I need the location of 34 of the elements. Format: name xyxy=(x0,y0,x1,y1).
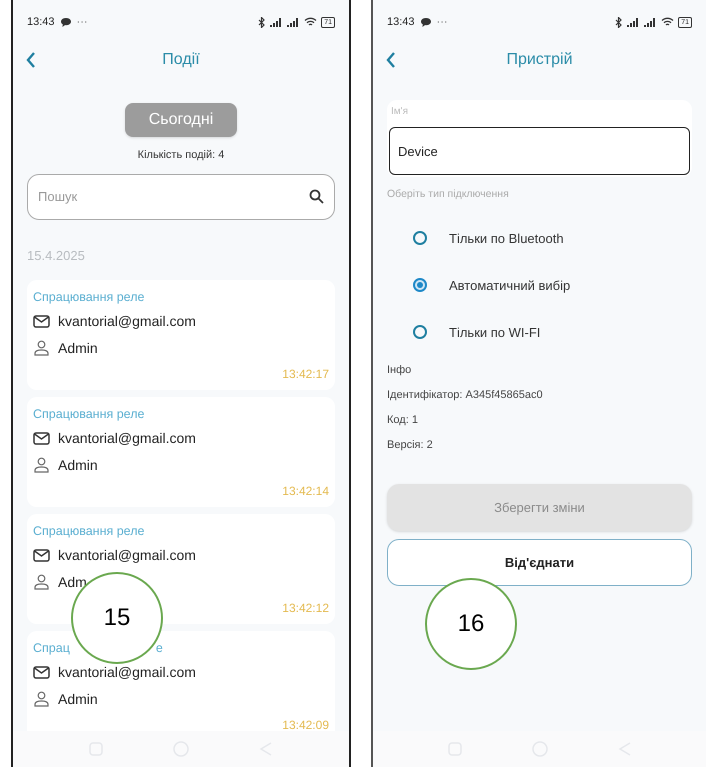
connection-type-label: Оберіть тип підключення xyxy=(387,187,510,202)
option-label: Автоматичний вибір xyxy=(449,276,570,295)
event-user: Admin xyxy=(58,690,98,709)
info-text: Ідентифікатор: A345f45865ac0 xyxy=(387,388,544,403)
screen-title: Події xyxy=(162,50,200,70)
event-email: kvantorial@gmail.com xyxy=(58,312,196,331)
status-more: ··· xyxy=(436,14,448,30)
event-email: kvantorial@gmail.com xyxy=(58,662,196,682)
info-text: Інфо xyxy=(387,362,412,378)
event-time: 13:42:14 xyxy=(282,482,329,500)
event-time: 13:42:17 xyxy=(282,366,329,383)
event-title: Спрацювання реле xyxy=(33,289,144,306)
info-text: Код: 1 xyxy=(387,412,419,428)
status-more: ··· xyxy=(76,14,88,30)
event-user: Admin xyxy=(58,456,98,475)
event-title: Спрацювання реле xyxy=(33,523,144,540)
event-title: Спрац xyxy=(33,640,70,657)
event-count: Кількість подій: 4 xyxy=(138,148,224,163)
callout-tooltip: 16 xyxy=(425,578,517,670)
name-label: Ім'я xyxy=(390,105,409,119)
option-label: Тільки по WI-FI xyxy=(449,324,540,342)
status-time: 13:43 xyxy=(27,14,55,30)
option-label: Тільки по Bluetooth xyxy=(449,230,564,248)
status-time: 13:43 xyxy=(387,14,415,30)
event-title-fragment: е xyxy=(156,640,163,657)
info-text: Версія: 2 xyxy=(387,438,434,453)
screen-title: Пристрій xyxy=(506,50,573,70)
event-time: 13:42:09 xyxy=(282,716,329,734)
event-time: 13:42:12 xyxy=(282,600,329,617)
event-title: Спрацювання реле xyxy=(33,406,144,423)
event-email: kvantorial@gmail.com xyxy=(58,428,196,448)
event-user: Admin xyxy=(58,338,98,358)
event-email: kvantorial@gmail.com xyxy=(58,546,196,565)
date-label: 15.4.2025 xyxy=(27,246,86,264)
